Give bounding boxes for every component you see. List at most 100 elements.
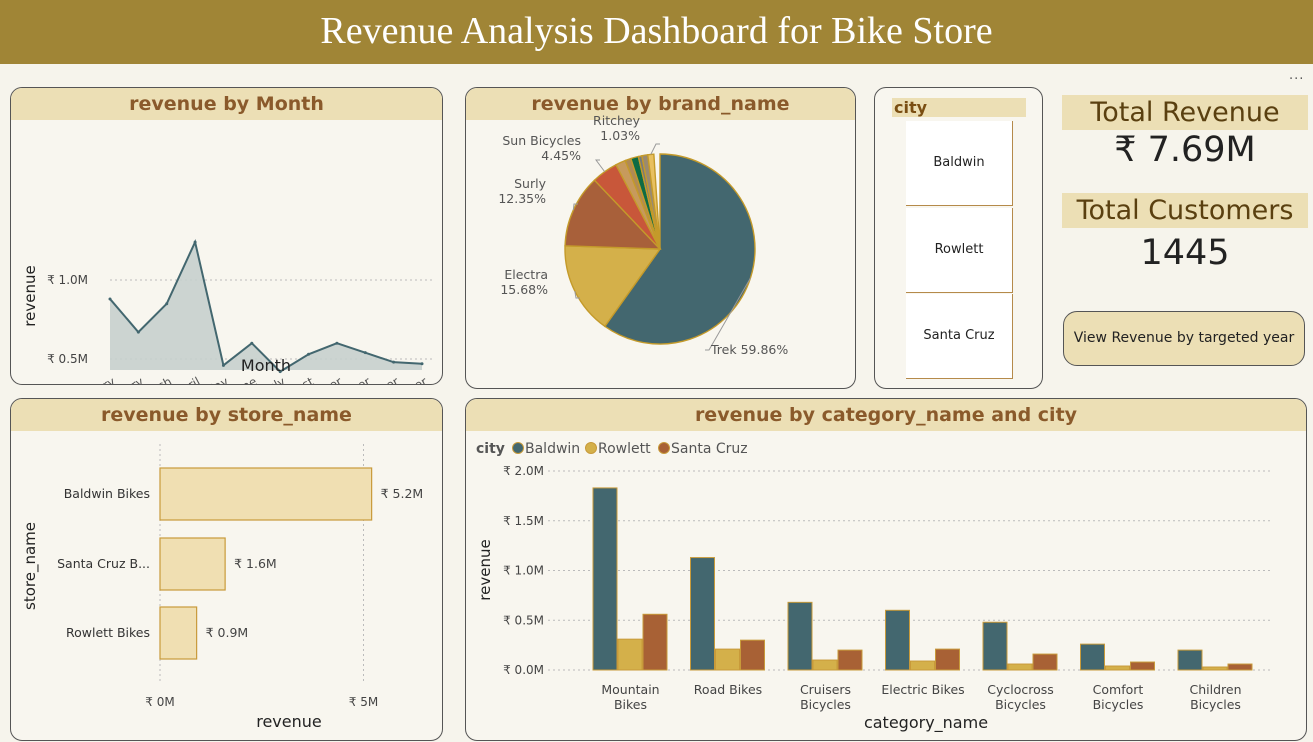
x-tick-label: Bikes: [614, 697, 647, 712]
legend-marker: [658, 442, 670, 454]
pie-slice-label: 4.45%: [541, 148, 581, 163]
store-chart-panel: revenue by store_name ₹ 0M ₹ 5M Baldwin Bi…: [10, 398, 443, 741]
category-chart-panel: revenue by category_name and city ₹ 0.0M…: [465, 398, 1307, 741]
x-axis-title: Month: [241, 356, 291, 375]
category-bar: [1105, 665, 1130, 671]
data-point: [420, 362, 424, 366]
category-bar: [617, 638, 643, 671]
y-tick-label: Rowlett Bikes: [66, 625, 150, 640]
more-options-icon[interactable]: ···: [1289, 72, 1304, 87]
legend-label: Santa Cruz: [671, 441, 748, 457]
category-bar: [837, 649, 863, 671]
pie-slice-label: Trek 59.86%: [710, 342, 788, 357]
category-bar: [1202, 666, 1228, 671]
x-tick-label: January: [70, 374, 118, 385]
total-revenue-label: Total Revenue: [1062, 95, 1308, 130]
y-tick-label: ₹ 0.5M: [47, 352, 88, 366]
x-tick-label: Road Bikes: [694, 682, 762, 697]
city-slicer: city Baldwin Rowlett Santa Cruz: [874, 87, 1043, 389]
category-bar: [910, 660, 935, 671]
bar-data-label: ₹ 0.9M: [206, 625, 249, 640]
category-bar: [1177, 649, 1203, 671]
y-tick-label: Baldwin Bikes: [64, 486, 150, 501]
pie-slice-label: 15.68%: [500, 282, 548, 297]
pie-leader-line: [595, 159, 606, 173]
x-tick-label: Bicycles: [1093, 697, 1144, 712]
pie-slice-label: 12.35%: [498, 191, 546, 206]
x-tick-label: Comfort: [1093, 682, 1144, 697]
dashboard-title: Revenue Analysis Dashboard for Bike Stor…: [0, 0, 1313, 64]
category-bar: [642, 613, 668, 671]
pie-leader-line: [650, 143, 660, 155]
category-bar: [812, 659, 838, 671]
legend-marker: [512, 442, 524, 454]
bar-data-label: ₹ 1.6M: [234, 556, 277, 571]
month-chart-panel: revenue by Month ₹ 0.5M₹ 1.0MJanuaryFebr…: [10, 87, 443, 385]
category-city-bar-chart: ₹ 0.0M₹ 0.5M₹ 1.0M₹ 1.5M₹ 2.0MMountainBi…: [476, 441, 1270, 733]
store-bar: [159, 606, 198, 660]
category-bar: [787, 601, 813, 671]
total-customers-label: Total Customers: [1062, 193, 1308, 228]
x-tick-label: May: [202, 374, 230, 385]
y-axis-title: revenue: [476, 539, 494, 600]
data-point: [392, 360, 396, 364]
y-axis-title: store_name: [21, 522, 40, 610]
data-point: [136, 330, 140, 334]
month-chart: ₹ 0.5M₹ 1.0MJanuaryFebruaryMarchAprilMay…: [21, 238, 434, 385]
x-axis-title: revenue: [256, 712, 322, 731]
category-bar: [885, 609, 910, 671]
category-bar: [982, 621, 1008, 671]
x-tick-label: Bicycles: [800, 697, 851, 712]
data-point: [250, 341, 254, 345]
category-bar: [1130, 661, 1155, 671]
category-bar: [1032, 653, 1058, 671]
total-revenue-value: ₹ 7.69M: [1114, 130, 1256, 170]
category-bar: [935, 648, 960, 671]
x-tick-label: ₹ 5M: [349, 695, 378, 709]
y-tick-label: ₹ 2.0M: [503, 464, 544, 478]
bar-data-label: ₹ 5.2M: [381, 486, 424, 501]
data-point: [307, 352, 311, 356]
y-tick-label: ₹ 1.5M: [503, 514, 544, 528]
pie-slice-label: 1.03%: [600, 128, 640, 143]
data-point: [108, 297, 112, 301]
data-point: [363, 351, 367, 355]
area-fill: [110, 242, 422, 372]
data-point: [221, 363, 225, 367]
x-tick-label: ₹ 0M: [145, 695, 174, 709]
category-bar: [592, 487, 618, 671]
city-option-santa-cruz[interactable]: Santa Cruz: [906, 294, 1013, 379]
x-tick-label: Cruisers: [800, 682, 851, 697]
legend-marker: [585, 442, 597, 454]
x-axis-title: category_name: [864, 713, 988, 733]
category-bar: [1007, 663, 1033, 671]
brand-chart-panel: revenue by brand_name Trek 59.86% Electra…: [465, 87, 856, 389]
x-tick-label: July: [261, 374, 288, 385]
y-axis-title: revenue: [21, 265, 39, 326]
city-option-rowlett[interactable]: Rowlett: [906, 208, 1013, 293]
pie-slice-label: Ritchey: [593, 113, 641, 128]
city-slicer-title: city: [892, 98, 1026, 117]
store-bar: [159, 537, 226, 591]
y-tick-label: Santa Cruz B...: [57, 556, 150, 571]
y-tick-label: ₹ 0.0M: [503, 663, 544, 677]
x-tick-label: Children: [1189, 682, 1241, 697]
y-tick-label: ₹ 1.0M: [503, 564, 544, 578]
total-customers-value: 1445: [1140, 233, 1230, 273]
legend-title: city: [476, 441, 505, 457]
pie-slice-label: Electra: [504, 267, 548, 282]
category-bar: [715, 648, 740, 671]
legend-label: Rowlett: [598, 441, 651, 457]
data-point: [335, 341, 339, 345]
store-bar-chart: ₹ 0M ₹ 5M Baldwin Bikes ₹ 5.2M Santa Cruz B.…: [21, 444, 424, 731]
x-tick-label: June: [229, 374, 260, 385]
x-tick-label: Electric Bikes: [881, 682, 964, 697]
category-bar: [740, 639, 765, 671]
city-option-baldwin[interactable]: Baldwin: [906, 121, 1013, 206]
store-bar: [159, 467, 373, 521]
brand-pie-chart: Trek 59.86% Electra15.68% Surly12.35% Sun B…: [498, 113, 788, 357]
category-bar: [1080, 643, 1105, 671]
x-tick-label: Bicycles: [995, 697, 1046, 712]
y-tick-label: ₹ 0.5M: [503, 613, 544, 627]
view-revenue-by-year-button[interactable]: View Revenue by targeted year: [1063, 311, 1305, 366]
